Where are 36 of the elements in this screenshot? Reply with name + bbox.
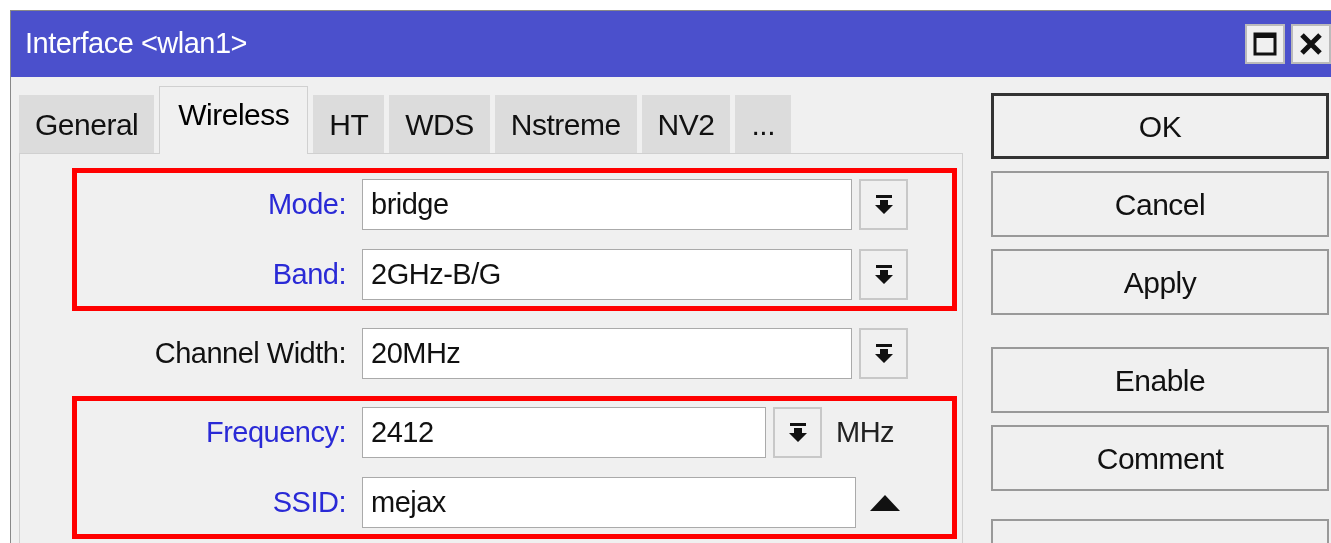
dropdown-arrow-icon [874, 264, 893, 285]
close-button[interactable] [1291, 24, 1331, 64]
field-label: Band: [271, 256, 347, 292]
dialog-button[interactable]: Cancel [991, 171, 1329, 237]
field-label: Channel Width: [153, 335, 347, 371]
window-title: Interface <wlan1> [25, 26, 248, 62]
up-arrow-icon [870, 494, 900, 511]
field-label: Mode: [266, 186, 347, 222]
dropdown-button[interactable] [859, 179, 908, 230]
dialog-button[interactable]: Comment [991, 425, 1329, 491]
input-field[interactable]: bridge [362, 179, 852, 230]
close-icon [1298, 31, 1324, 57]
field-label: Frequency: [204, 414, 347, 450]
tab[interactable]: Wireless [159, 86, 309, 154]
dropdown-button[interactable] [859, 328, 908, 379]
tab[interactable]: NV2 [641, 95, 731, 153]
tab[interactable]: ... [735, 95, 791, 153]
dropdown-button[interactable] [859, 249, 908, 300]
dropdown-arrow-icon [874, 194, 893, 215]
tab[interactable]: Nstreme [494, 95, 637, 153]
maximize-button[interactable] [1245, 24, 1285, 64]
dialog-button[interactable]: OK [991, 93, 1329, 159]
unit-label: MHz [836, 414, 895, 450]
dialog-button[interactable]: Apply [991, 249, 1329, 315]
dropdown-arrow-icon [874, 343, 893, 364]
input-field[interactable]: 2412 [362, 407, 766, 458]
input-field[interactable]: 2GHz-B/G [362, 249, 852, 300]
tab[interactable]: General [19, 95, 155, 153]
dropdown-arrow-icon [788, 422, 807, 443]
input-field[interactable]: mejax [362, 477, 856, 528]
field-label: SSID: [271, 484, 347, 520]
tab[interactable]: HT [313, 95, 385, 153]
input-field[interactable]: 20MHz [362, 328, 852, 379]
dialog-button[interactable]: Enable [991, 347, 1329, 413]
dropdown-button[interactable] [773, 407, 822, 458]
tab[interactable]: WDS [389, 95, 490, 153]
